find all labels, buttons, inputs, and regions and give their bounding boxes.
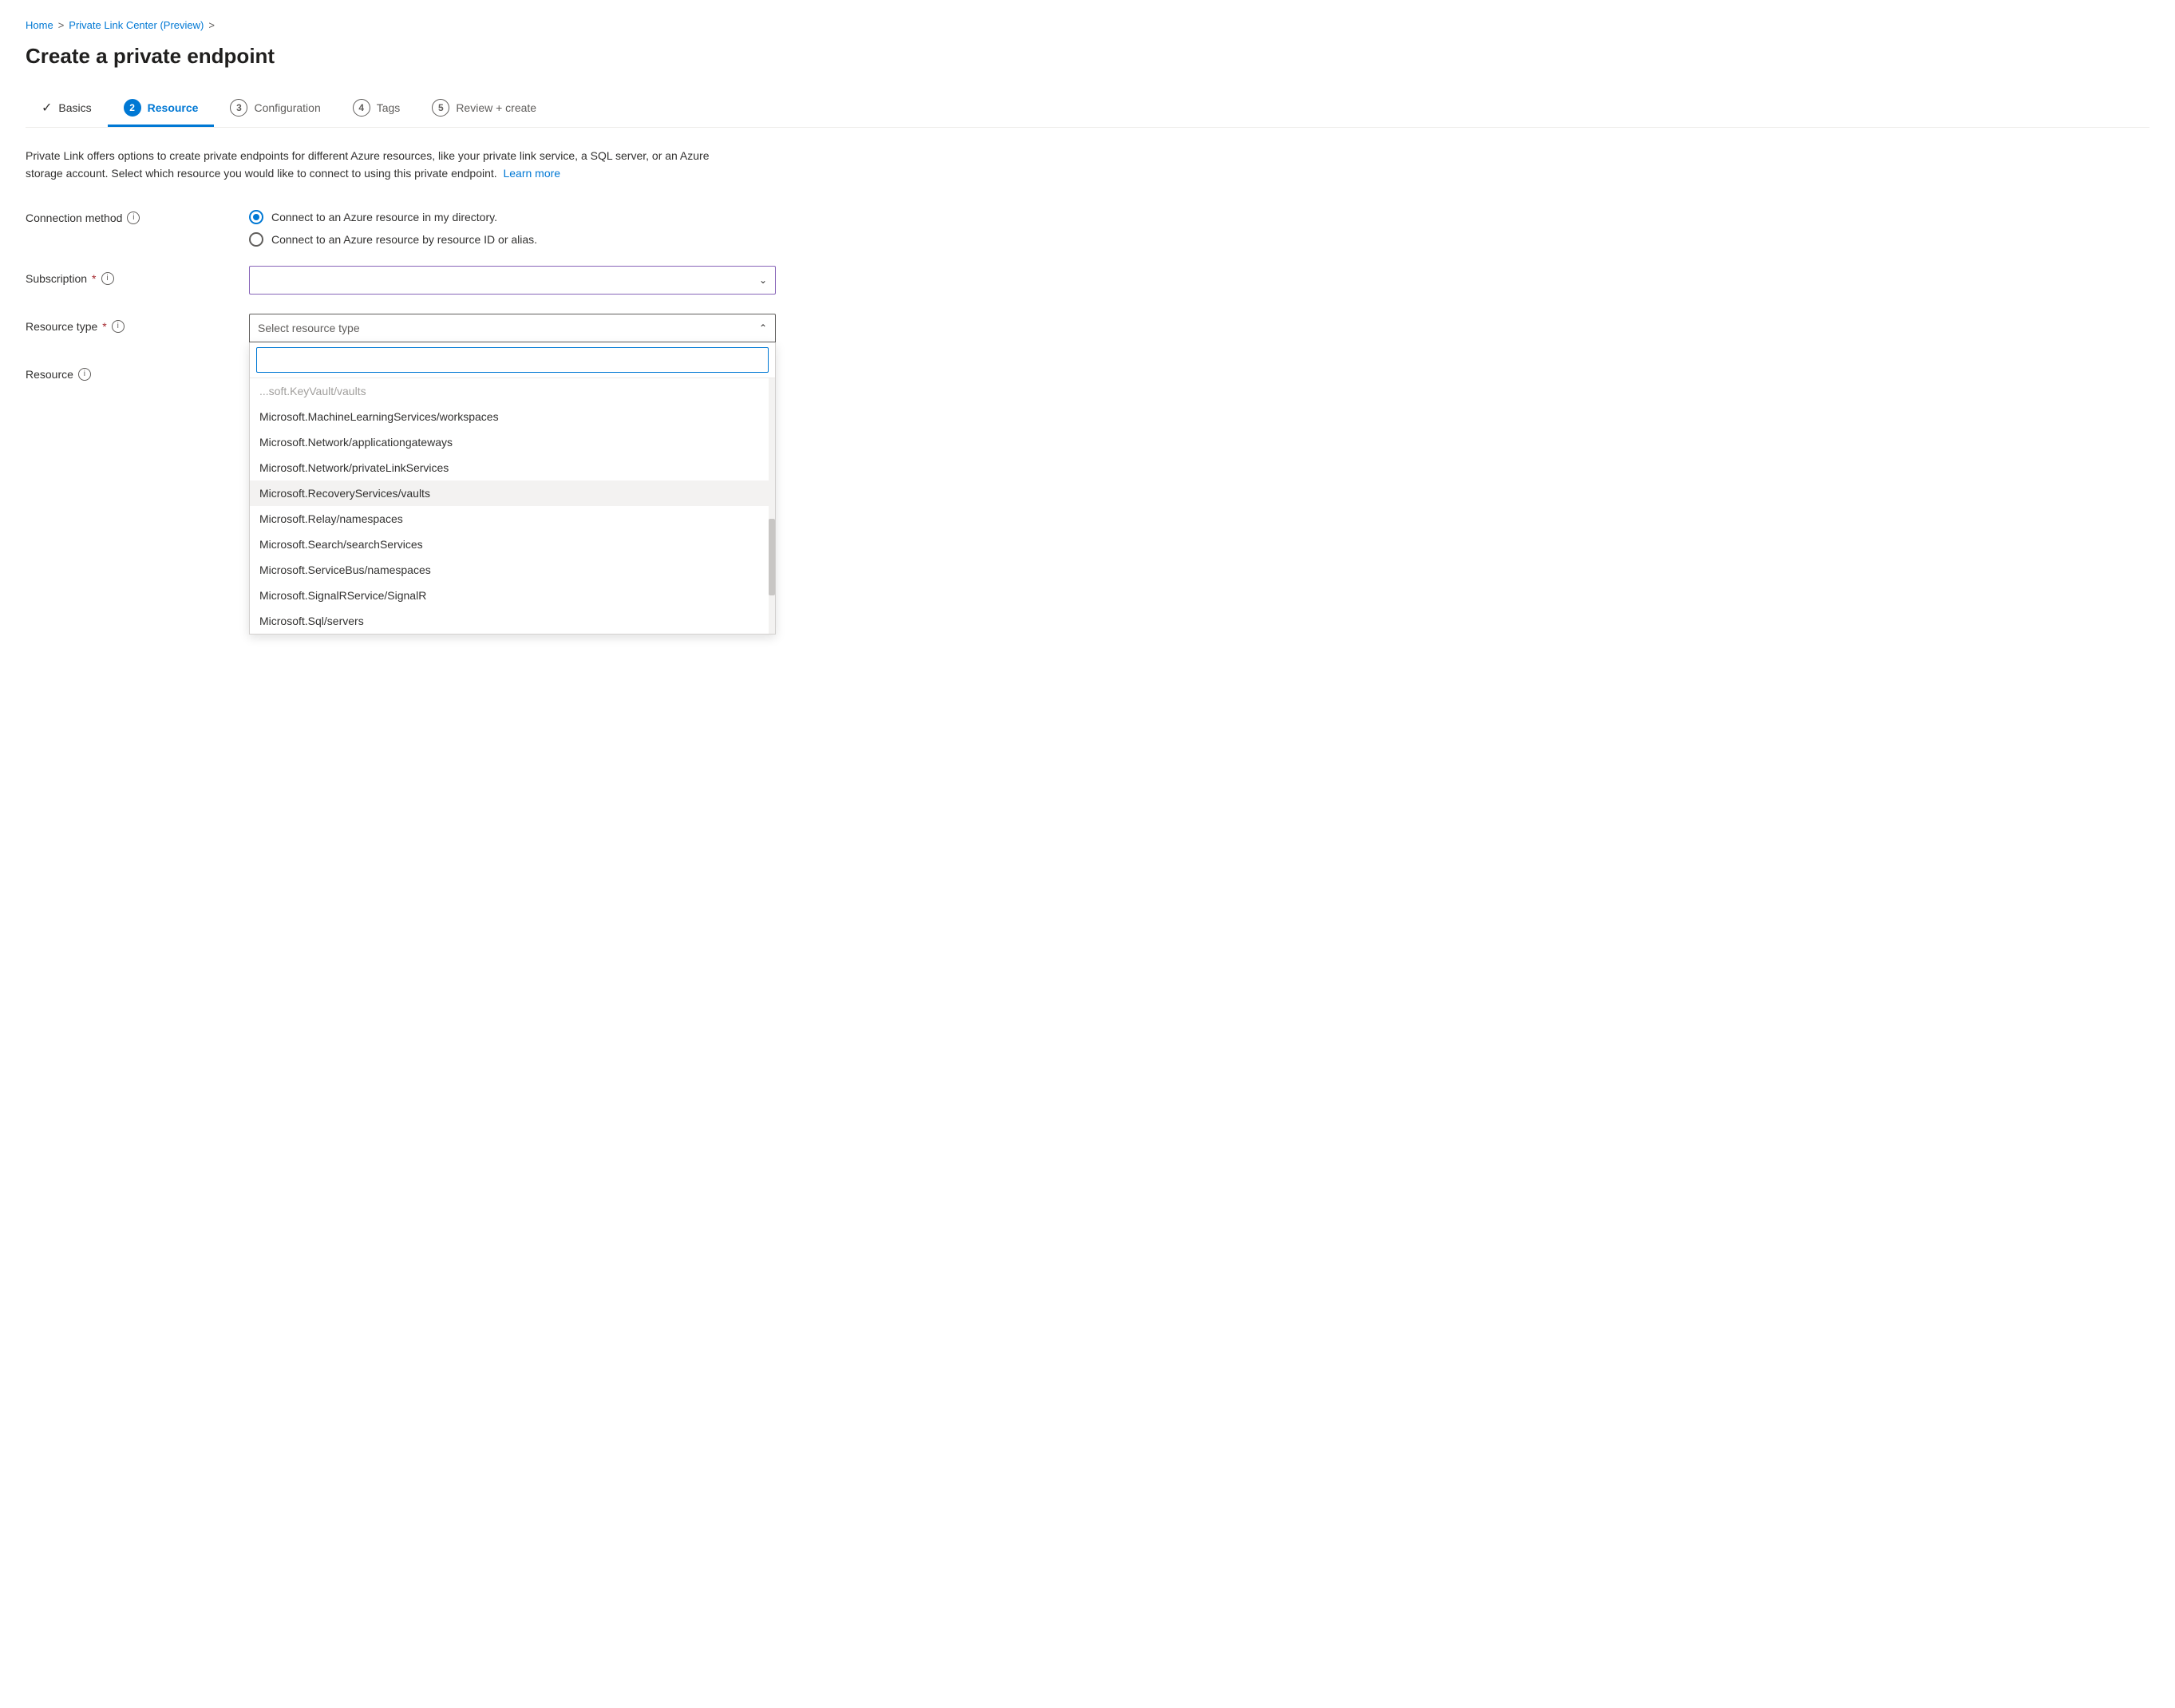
dropdown-item-recoveryservices[interactable]: Microsoft.RecoveryServices/vaults (250, 480, 775, 506)
radio-option-directory[interactable]: Connect to an Azure resource in my direc… (249, 210, 776, 224)
page-title: Create a private endpoint (26, 44, 2149, 69)
subscription-chevron-icon: ⌄ (759, 275, 767, 286)
resource-type-dropdown-list: ...soft.KeyVault/vaultsMicrosoft.Machine… (249, 342, 776, 635)
connection-method-label: Connection method i (26, 205, 249, 224)
scrollbar-track (769, 378, 775, 634)
dropdown-item-machinelearning[interactable]: Microsoft.MachineLearningServices/worksp… (250, 404, 775, 429)
resource-type-container: Select resource type ⌃ ...soft.KeyVault/… (249, 314, 776, 342)
tab-resource[interactable]: 2 Resource (108, 91, 215, 127)
dropdown-item-relay[interactable]: Microsoft.Relay/namespaces (250, 506, 775, 532)
search-input-container (250, 342, 775, 378)
connection-method-info-icon[interactable]: i (127, 212, 140, 224)
tab-review-step: 5 (432, 99, 449, 117)
subscription-info-icon[interactable]: i (101, 272, 114, 285)
resource-type-label: Resource type * i (26, 314, 249, 333)
resource-type-info-icon[interactable]: i (112, 320, 125, 333)
radio-directory-text: Connect to an Azure resource in my direc… (271, 211, 497, 223)
dropdown-item-servicebus[interactable]: Microsoft.ServiceBus/namespaces (250, 557, 775, 583)
dropdown-item-search[interactable]: Microsoft.Search/searchServices (250, 532, 775, 557)
resource-type-chevron-icon: ⌃ (759, 322, 767, 334)
connection-method-row: Connection method i Connect to an Azure … (26, 205, 2149, 247)
tab-configuration-step: 3 (230, 99, 247, 117)
radio-resourceid-circle (249, 232, 263, 247)
dropdown-item-signalr[interactable]: Microsoft.SignalRService/SignalR (250, 583, 775, 608)
connection-method-controls: Connect to an Azure resource in my direc… (249, 205, 776, 247)
scrollbar-thumb[interactable] (769, 519, 775, 595)
resource-label: Resource i (26, 362, 249, 381)
dropdown-items-list: ...soft.KeyVault/vaultsMicrosoft.Machine… (250, 378, 775, 634)
subscription-row: Subscription * i ⌄ (26, 266, 2149, 295)
breadcrumb: Home > Private Link Center (Preview) > (26, 19, 2149, 31)
tab-review[interactable]: 5 Review + create (416, 91, 552, 127)
resource-type-required: * (102, 320, 106, 333)
resource-type-placeholder: Select resource type (258, 322, 360, 334)
tab-basics-check: ✓ (42, 100, 52, 116)
subscription-dropdown[interactable]: ⌄ (249, 266, 776, 295)
resource-type-control: Select resource type ⌃ ...soft.KeyVault/… (249, 314, 776, 342)
tab-resource-step: 2 (124, 99, 141, 117)
tab-basics-label: Basics (58, 101, 91, 114)
breadcrumb-sep2: > (208, 19, 215, 31)
description-text: Private Link offers options to create pr… (26, 147, 712, 183)
tab-basics[interactable]: ✓ Basics (26, 92, 108, 126)
subscription-control: ⌄ (249, 266, 776, 295)
tab-configuration-label: Configuration (254, 101, 320, 114)
dropdown-item-keyvault[interactable]: ...soft.KeyVault/vaults (250, 378, 775, 404)
dropdown-item-appgateways[interactable]: Microsoft.Network/applicationgateways (250, 429, 775, 455)
tab-tags[interactable]: 4 Tags (337, 91, 417, 127)
radio-directory-circle (249, 210, 263, 224)
breadcrumb-sep1: > (58, 19, 65, 31)
wizard-tabs: ✓ Basics 2 Resource 3 Configuration 4 Ta… (26, 91, 2149, 128)
radio-group-connection: Connect to an Azure resource in my direc… (249, 205, 776, 247)
breadcrumb-private-link[interactable]: Private Link Center (Preview) (69, 19, 204, 31)
tab-review-label: Review + create (456, 101, 536, 114)
radio-option-resourceid[interactable]: Connect to an Azure resource by resource… (249, 232, 776, 247)
subscription-label: Subscription * i (26, 266, 249, 285)
subscription-required: * (92, 272, 96, 285)
resource-type-search-input[interactable] (256, 347, 769, 373)
dropdown-item-sql[interactable]: Microsoft.Sql/servers (250, 608, 775, 634)
form-section: Connection method i Connect to an Azure … (26, 205, 2149, 381)
learn-more-link[interactable]: Learn more (503, 167, 560, 180)
resource-info-icon[interactable]: i (78, 368, 91, 381)
tab-configuration[interactable]: 3 Configuration (214, 91, 336, 127)
tab-tags-step: 4 (353, 99, 370, 117)
tab-tags-label: Tags (377, 101, 401, 114)
tab-resource-label: Resource (148, 101, 199, 114)
resource-type-row: Resource type * i Select resource type ⌃… (26, 314, 2149, 342)
dropdown-item-privatelinkservices[interactable]: Microsoft.Network/privateLinkServices (250, 455, 775, 480)
resource-type-dropdown[interactable]: Select resource type ⌃ (249, 314, 776, 342)
breadcrumb-home[interactable]: Home (26, 19, 53, 31)
radio-resourceid-text: Connect to an Azure resource by resource… (271, 233, 537, 246)
